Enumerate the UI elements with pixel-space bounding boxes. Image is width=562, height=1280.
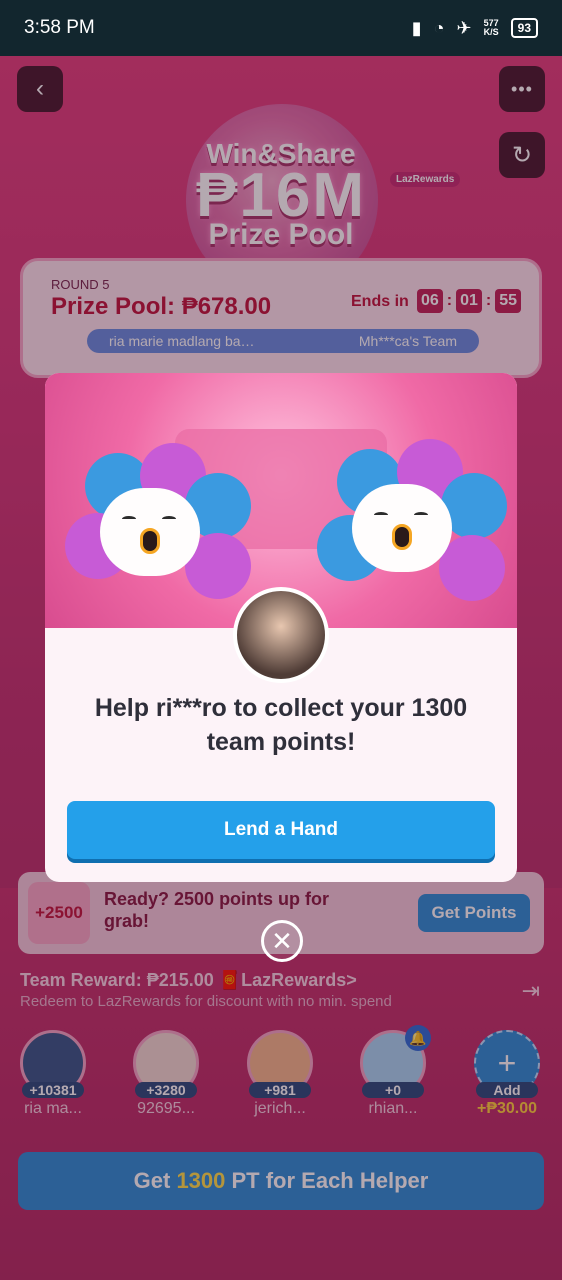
lend-a-hand-button[interactable]: Lend a Hand	[67, 801, 495, 859]
modal-message: Help ri***ro to collect your 1300 team p…	[94, 694, 468, 756]
close-icon[interactable]: ✕	[261, 920, 303, 962]
wifi-icon: ◔	[433, 17, 445, 38]
status-bar: 3:58 PM ▮ ◔ ✈ 577 K/S 93	[0, 0, 562, 56]
avatar	[233, 587, 329, 683]
cat-character-left	[65, 443, 251, 613]
cat-character-right	[317, 439, 507, 609]
airplane-icon: ✈	[456, 17, 472, 38]
status-time: 3:58 PM	[24, 17, 95, 38]
vibrate-icon: ▮	[411, 17, 422, 38]
help-modal: Help ri***ro to collect your 1300 team p…	[45, 373, 517, 882]
network-speed: 577 K/S	[483, 18, 499, 37]
battery-indicator: 93	[510, 18, 538, 38]
status-icons: ▮ ◔ ✈ 577 K/S 93	[412, 18, 538, 39]
